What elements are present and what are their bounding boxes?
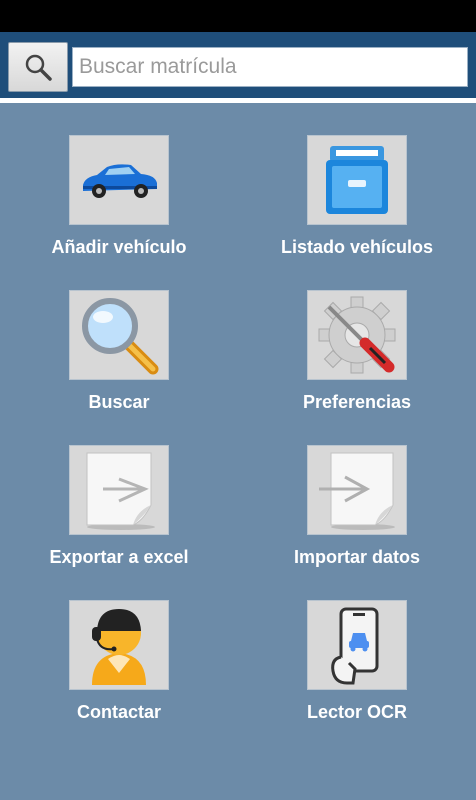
contact-icon-box [69, 600, 169, 690]
phone-scan-icon [331, 607, 379, 685]
contact-tile[interactable]: Contactar [0, 600, 238, 755]
search-input[interactable] [72, 47, 468, 87]
export-excel-icon-box [69, 445, 169, 535]
import-data-icon-box [307, 445, 407, 535]
gear-screwdriver-icon [318, 296, 396, 374]
import-data-label: Importar datos [293, 547, 421, 567]
search-tile-icon-box [69, 290, 169, 380]
vehicle-list-label: Listado vehículos [280, 237, 434, 257]
vehicle-list-tile[interactable]: Listado vehículos [238, 135, 476, 290]
search-tile-label: Buscar [88, 392, 150, 412]
ocr-reader-icon-box [307, 600, 407, 690]
magnifier-icon [82, 298, 159, 375]
search-icon [25, 54, 52, 81]
preferences-icon-box [307, 290, 407, 380]
search-bar [0, 32, 476, 98]
add-vehicle-icon-box [69, 135, 169, 225]
vehicle-list-icon-box [307, 135, 407, 225]
contact-label: Contactar [76, 702, 161, 722]
ocr-reader-tile[interactable]: Lector OCR [238, 600, 476, 755]
search-button[interactable] [8, 42, 68, 92]
file-cabinet-icon [326, 146, 388, 214]
search-tile[interactable]: Buscar [0, 290, 238, 445]
ocr-reader-label: Lector OCR [306, 702, 407, 722]
import-data-tile[interactable]: Importar datos [238, 445, 476, 600]
car-icon [83, 164, 157, 198]
preferences-label: Preferencias [302, 392, 412, 412]
status-bar [0, 0, 476, 32]
export-excel-label: Exportar a excel [49, 547, 189, 567]
export-document-icon [86, 452, 155, 530]
header-divider [0, 98, 476, 103]
import-document-icon [319, 452, 395, 530]
support-agent-icon [92, 609, 146, 685]
preferences-tile[interactable]: Preferencias [238, 290, 476, 445]
add-vehicle-tile[interactable]: Añadir vehículo [0, 135, 238, 290]
add-vehicle-label: Añadir vehículo [51, 237, 187, 257]
export-excel-tile[interactable]: Exportar a excel [0, 445, 238, 600]
